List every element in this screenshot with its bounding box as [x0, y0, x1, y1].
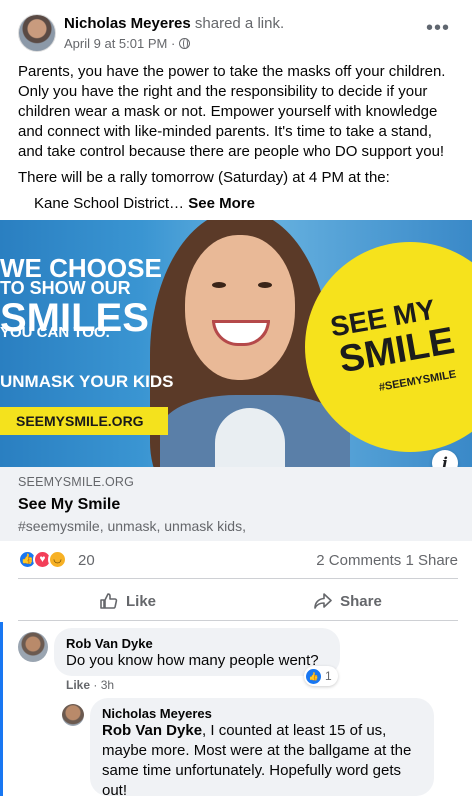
post-paragraph-3: Kane School District… See More — [18, 194, 458, 214]
reply-text: Rob Van Dyke, I counted at least 15 of u… — [102, 721, 422, 796]
comments-section: Rob Van Dyke Do you know how many people… — [0, 622, 472, 796]
link-meta[interactable]: SEEMYSMILE.ORG See My Smile #seemysmile,… — [0, 467, 472, 541]
post-meta: April 9 at 5:01 PM · — [64, 36, 191, 51]
like-reaction-icon: 👍 — [306, 668, 321, 684]
post-date[interactable]: April 9 at 5:01 PM · — [64, 36, 175, 51]
post-header: Nicholas Meyeres shared a link. April 9 … — [18, 14, 454, 54]
share-button[interactable]: Share — [238, 585, 458, 617]
comment-highlight-bar — [0, 622, 3, 796]
see-more-link[interactable]: See More — [188, 195, 255, 212]
banner-line-5: UNMASK YOUR KIDS — [0, 372, 174, 391]
banner-line-4: YOU CAN TOO. — [0, 324, 110, 341]
comments-shares-count[interactable]: 2 Comments 1 Share — [316, 552, 458, 569]
photo-eye-left — [212, 282, 226, 288]
post-text: Parents, you have the power to take the … — [18, 62, 458, 220]
info-icon[interactable]: i — [432, 450, 458, 467]
comment-bubble: Rob Van Dyke Do you know how many people… — [54, 628, 340, 676]
divider-top — [18, 578, 458, 579]
comment-like-button[interactable]: Like — [66, 678, 90, 692]
author-line: Nicholas Meyeres shared a link. — [64, 15, 284, 32]
author-action: shared a link. — [190, 15, 285, 32]
post-actions: Like Share — [18, 585, 458, 617]
reply-avatar[interactable] — [62, 704, 84, 726]
comment-actions: Like · 3h — [66, 678, 114, 692]
post-paragraph-3-text: Kane School District… — [34, 195, 185, 212]
like-button[interactable]: Like — [18, 585, 238, 617]
reaction-count[interactable]: 20 — [78, 552, 95, 569]
reactions-row: 👍 ♥ ◡ 20 2 Comments 1 Share — [18, 548, 458, 572]
haha-reaction-icon: ◡ — [48, 550, 67, 569]
comment-reaction-badge[interactable]: 👍 1 — [304, 666, 338, 686]
banner-url: SEEMYSMILE.ORG — [0, 407, 168, 435]
reaction-icons[interactable]: 👍 ♥ ◡ — [18, 550, 67, 569]
author-avatar[interactable] — [18, 14, 56, 52]
reply-bubble: Nicholas Meyeres Rob Van Dyke, I counted… — [90, 698, 434, 796]
comment-reaction-count: 1 — [325, 669, 332, 683]
comment-author[interactable]: Rob Van Dyke — [66, 636, 328, 651]
thumbs-up-icon — [100, 593, 118, 609]
reply-mention[interactable]: Rob Van Dyke — [102, 722, 202, 739]
post-paragraph-2: There will be a rally tomorrow (Saturday… — [18, 169, 390, 186]
share-label: Share — [340, 592, 382, 610]
more-horizontal-icon[interactable]: ••• — [426, 18, 450, 38]
author-name[interactable]: Nicholas Meyeres — [64, 15, 191, 32]
reply-author[interactable]: Nicholas Meyeres — [102, 706, 422, 721]
link-title: See My Smile — [18, 496, 121, 513]
link-domain: SEEMYSMILE.ORG — [18, 475, 135, 489]
post-paragraph-1: Parents, you have the power to take the … — [18, 63, 446, 160]
link-description: #seemysmile, unmask, unmask kids, — [18, 518, 246, 534]
photo-face — [185, 235, 295, 380]
divider-bottom — [18, 620, 458, 621]
comment-time[interactable]: · 3h — [93, 678, 114, 692]
link-preview-image[interactable]: WE CHOOSE TO SHOW OUR SMILES YOU CAN TOO… — [0, 220, 472, 467]
commenter-avatar[interactable] — [18, 632, 48, 662]
comment-text: Do you know how many people went? — [66, 652, 319, 669]
like-label: Like — [125, 592, 156, 610]
photo-eye-right — [258, 282, 272, 288]
globe-icon[interactable] — [179, 38, 191, 49]
share-arrow-icon — [314, 593, 332, 609]
